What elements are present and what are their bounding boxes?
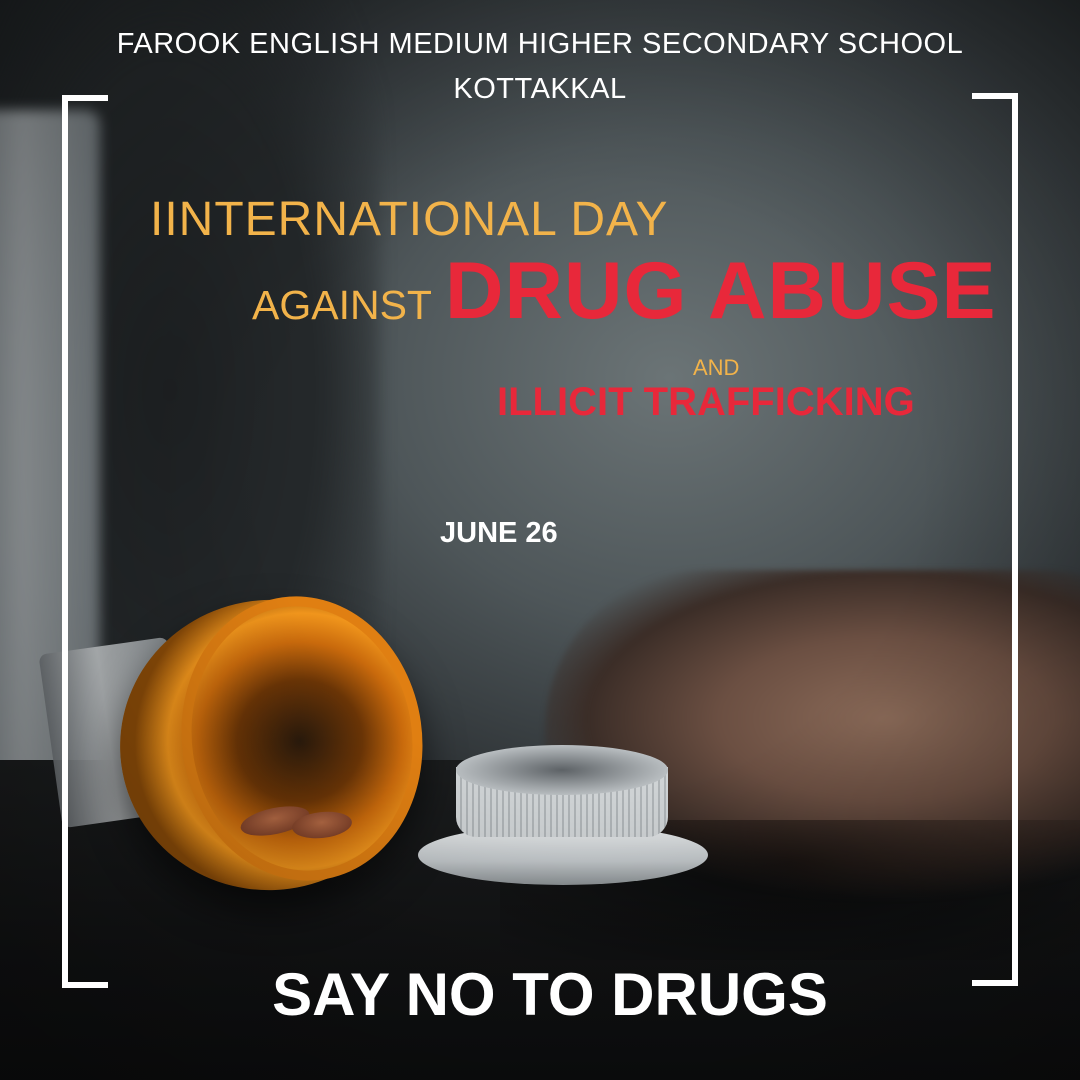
title-drug-abuse: DRUG ABUSE [445, 246, 997, 336]
slogan: SAY NO TO DRUGS [272, 961, 828, 1028]
school-place: KOTTAKKAL [453, 73, 627, 105]
event-date: JUNE 26 [440, 517, 558, 549]
title-international-day: IINTERNATIONAL DAY [150, 193, 669, 246]
left-bracket [62, 95, 108, 988]
title-against: AGAINST [252, 282, 432, 328]
poster: FAROOK ENGLISH MEDIUM HIGHER SECONDARY S… [0, 0, 1080, 1080]
right-bracket [972, 93, 1018, 986]
school-name: FAROOK ENGLISH MEDIUM HIGHER SECONDARY S… [116, 28, 964, 60]
title-illicit-trafficking: ILLICIT TRAFFICKING [497, 380, 915, 424]
title-and: AND [693, 355, 740, 380]
